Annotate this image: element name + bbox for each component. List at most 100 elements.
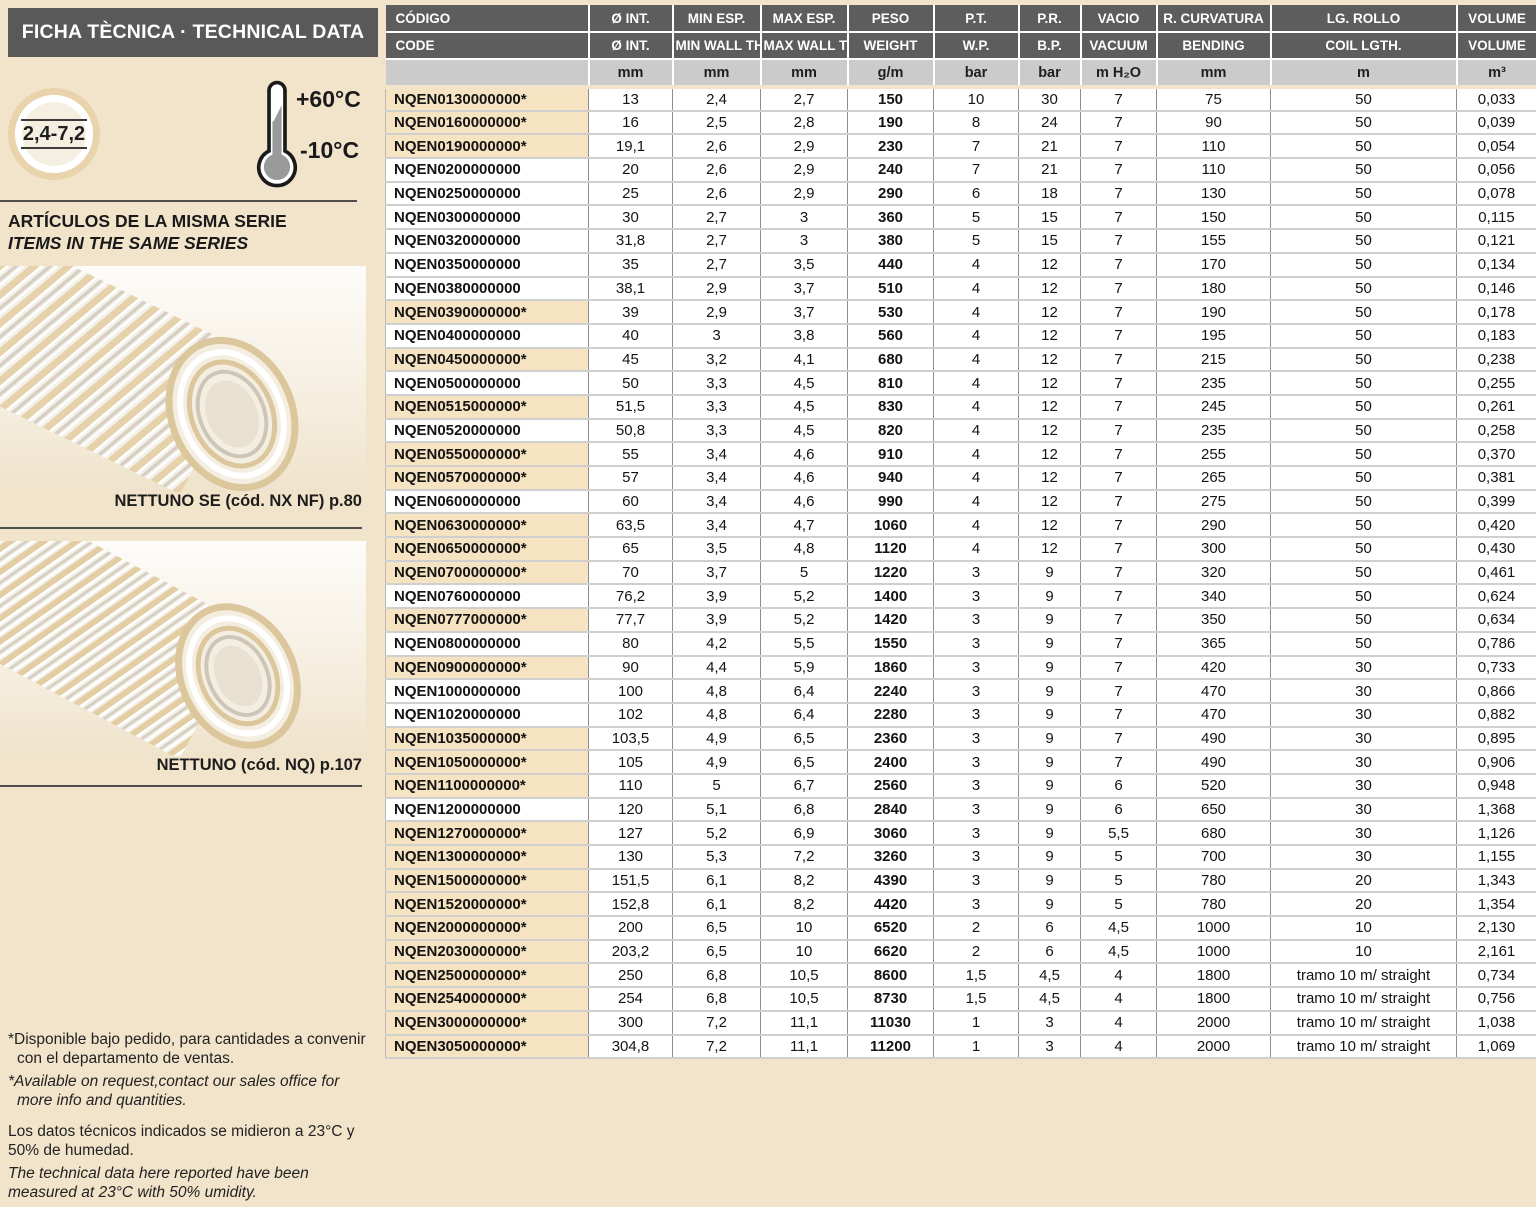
cell-code: NQEN0250000000 [386, 182, 589, 206]
cell-coil-length: 50 [1271, 395, 1457, 419]
cell-inner-diameter: 20 [589, 158, 673, 182]
hose-image-nettuno-se [0, 266, 366, 492]
cell-bp: 24 [1019, 111, 1081, 135]
cell-inner-diameter: 30 [589, 205, 673, 229]
cell-code: NQEN1500000000* [386, 869, 589, 893]
col-header-bp: P.R. [1019, 5, 1081, 32]
cell-bp: 9 [1019, 727, 1081, 751]
unit-bending: mm [1157, 59, 1271, 87]
cell-volume: 0,634 [1457, 608, 1536, 632]
cell-vacuum: 4,5 [1081, 940, 1157, 964]
cell-coil-length: 50 [1271, 348, 1457, 372]
cell-vacuum: 7 [1081, 703, 1157, 727]
unit-bp: bar [1019, 59, 1081, 87]
cell-weight: 990 [848, 490, 934, 514]
cell-code: NQEN1000000000 [386, 679, 589, 703]
cell-bp: 9 [1019, 845, 1081, 869]
table-row: NQEN0160000000*162,52,8190824790500,039 [386, 111, 1536, 135]
unit-code [386, 59, 589, 87]
cell-inner-diameter: 13 [589, 87, 673, 111]
cell-inner-diameter: 304,8 [589, 1035, 673, 1059]
col-header-vacuum: VACUUM [1081, 32, 1157, 59]
cell-coil-length: 50 [1271, 205, 1457, 229]
spec-table: CÓDIGOØ INT.MIN ESP.MAX ESP.PESOP.T.P.R.… [385, 5, 1536, 1059]
cell-bending: 420 [1157, 656, 1271, 680]
cell-vacuum: 4,5 [1081, 916, 1157, 940]
cell-vacuum: 7 [1081, 727, 1157, 751]
cell-max-wall: 7,2 [761, 845, 848, 869]
cell-bp: 12 [1019, 324, 1081, 348]
cell-inner-diameter: 130 [589, 845, 673, 869]
cell-volume: 0,786 [1457, 632, 1536, 656]
wall-thickness-range: 2,4-7,2 [21, 119, 87, 149]
cell-wp: 3 [934, 727, 1019, 751]
cell-inner-diameter: 103,5 [589, 727, 673, 751]
cell-bending: 130 [1157, 182, 1271, 206]
cell-code: NQEN0190000000* [386, 134, 589, 158]
cell-bp: 9 [1019, 892, 1081, 916]
cell-vacuum: 7 [1081, 584, 1157, 608]
cell-volume: 0,461 [1457, 561, 1536, 585]
cell-bp: 12 [1019, 277, 1081, 301]
cell-max-wall: 8,2 [761, 869, 848, 893]
cell-vacuum: 7 [1081, 750, 1157, 774]
cell-max-wall: 4,5 [761, 419, 848, 443]
cell-volume: 0,134 [1457, 253, 1536, 277]
table-row: NQEN076000000076,23,95,21400397340500,62… [386, 584, 1536, 608]
cell-min-wall: 3,4 [673, 513, 761, 537]
cell-weight: 6620 [848, 940, 934, 964]
cell-bp: 12 [1019, 348, 1081, 372]
cell-wp: 3 [934, 632, 1019, 656]
cell-max-wall: 3 [761, 205, 848, 229]
cell-coil-length: 20 [1271, 869, 1457, 893]
cell-code: NQEN2500000000* [386, 963, 589, 987]
cell-inner-diameter: 90 [589, 656, 673, 680]
cell-coil-length: 30 [1271, 656, 1457, 680]
cell-vacuum: 7 [1081, 134, 1157, 158]
cell-wp: 1,5 [934, 987, 1019, 1011]
cell-inner-diameter: 120 [589, 798, 673, 822]
cell-weight: 4390 [848, 869, 934, 893]
cell-min-wall: 4,2 [673, 632, 761, 656]
cell-code: NQEN1200000000 [386, 798, 589, 822]
cell-bp: 9 [1019, 584, 1081, 608]
cell-bp: 12 [1019, 371, 1081, 395]
table-row: NQEN0700000000*703,751220397320500,461 [386, 561, 1536, 585]
cell-bp: 30 [1019, 87, 1081, 111]
table-row: NQEN04000000004033,85604127195500,183 [386, 324, 1536, 348]
cell-bending: 1800 [1157, 963, 1271, 987]
cell-bp: 4,5 [1019, 987, 1081, 1011]
cell-inner-diameter: 151,5 [589, 869, 673, 893]
cell-wp: 5 [934, 229, 1019, 253]
cell-wp: 3 [934, 679, 1019, 703]
cell-bp: 9 [1019, 821, 1081, 845]
cell-bending: 170 [1157, 253, 1271, 277]
cell-volume: 0,039 [1457, 111, 1536, 135]
cell-max-wall: 4,6 [761, 490, 848, 514]
cell-bending: 75 [1157, 87, 1271, 111]
col-header-weight: PESO [848, 5, 934, 32]
cell-inner-diameter: 254 [589, 987, 673, 1011]
cell-inner-diameter: 76,2 [589, 584, 673, 608]
cell-min-wall: 7,2 [673, 1011, 761, 1035]
col-header-coil-length: LG. ROLLO [1271, 5, 1457, 32]
unit-weight: g/m [848, 59, 934, 87]
cell-coil-length: 50 [1271, 277, 1457, 301]
cell-vacuum: 7 [1081, 537, 1157, 561]
cell-max-wall: 5,2 [761, 584, 848, 608]
cell-volume: 1,069 [1457, 1035, 1536, 1059]
cell-vacuum: 4 [1081, 963, 1157, 987]
cell-inner-diameter: 16 [589, 111, 673, 135]
cell-code: NQEN1035000000* [386, 727, 589, 751]
cell-wp: 4 [934, 324, 1019, 348]
cell-volume: 0,624 [1457, 584, 1536, 608]
cell-coil-length: 50 [1271, 111, 1457, 135]
cell-wp: 4 [934, 253, 1019, 277]
cell-vacuum: 5 [1081, 845, 1157, 869]
cell-bending: 470 [1157, 679, 1271, 703]
cell-coil-length: 30 [1271, 703, 1457, 727]
cell-inner-diameter: 65 [589, 537, 673, 561]
cell-vacuum: 7 [1081, 632, 1157, 656]
cell-volume: 0,882 [1457, 703, 1536, 727]
cell-coil-length: 50 [1271, 182, 1457, 206]
